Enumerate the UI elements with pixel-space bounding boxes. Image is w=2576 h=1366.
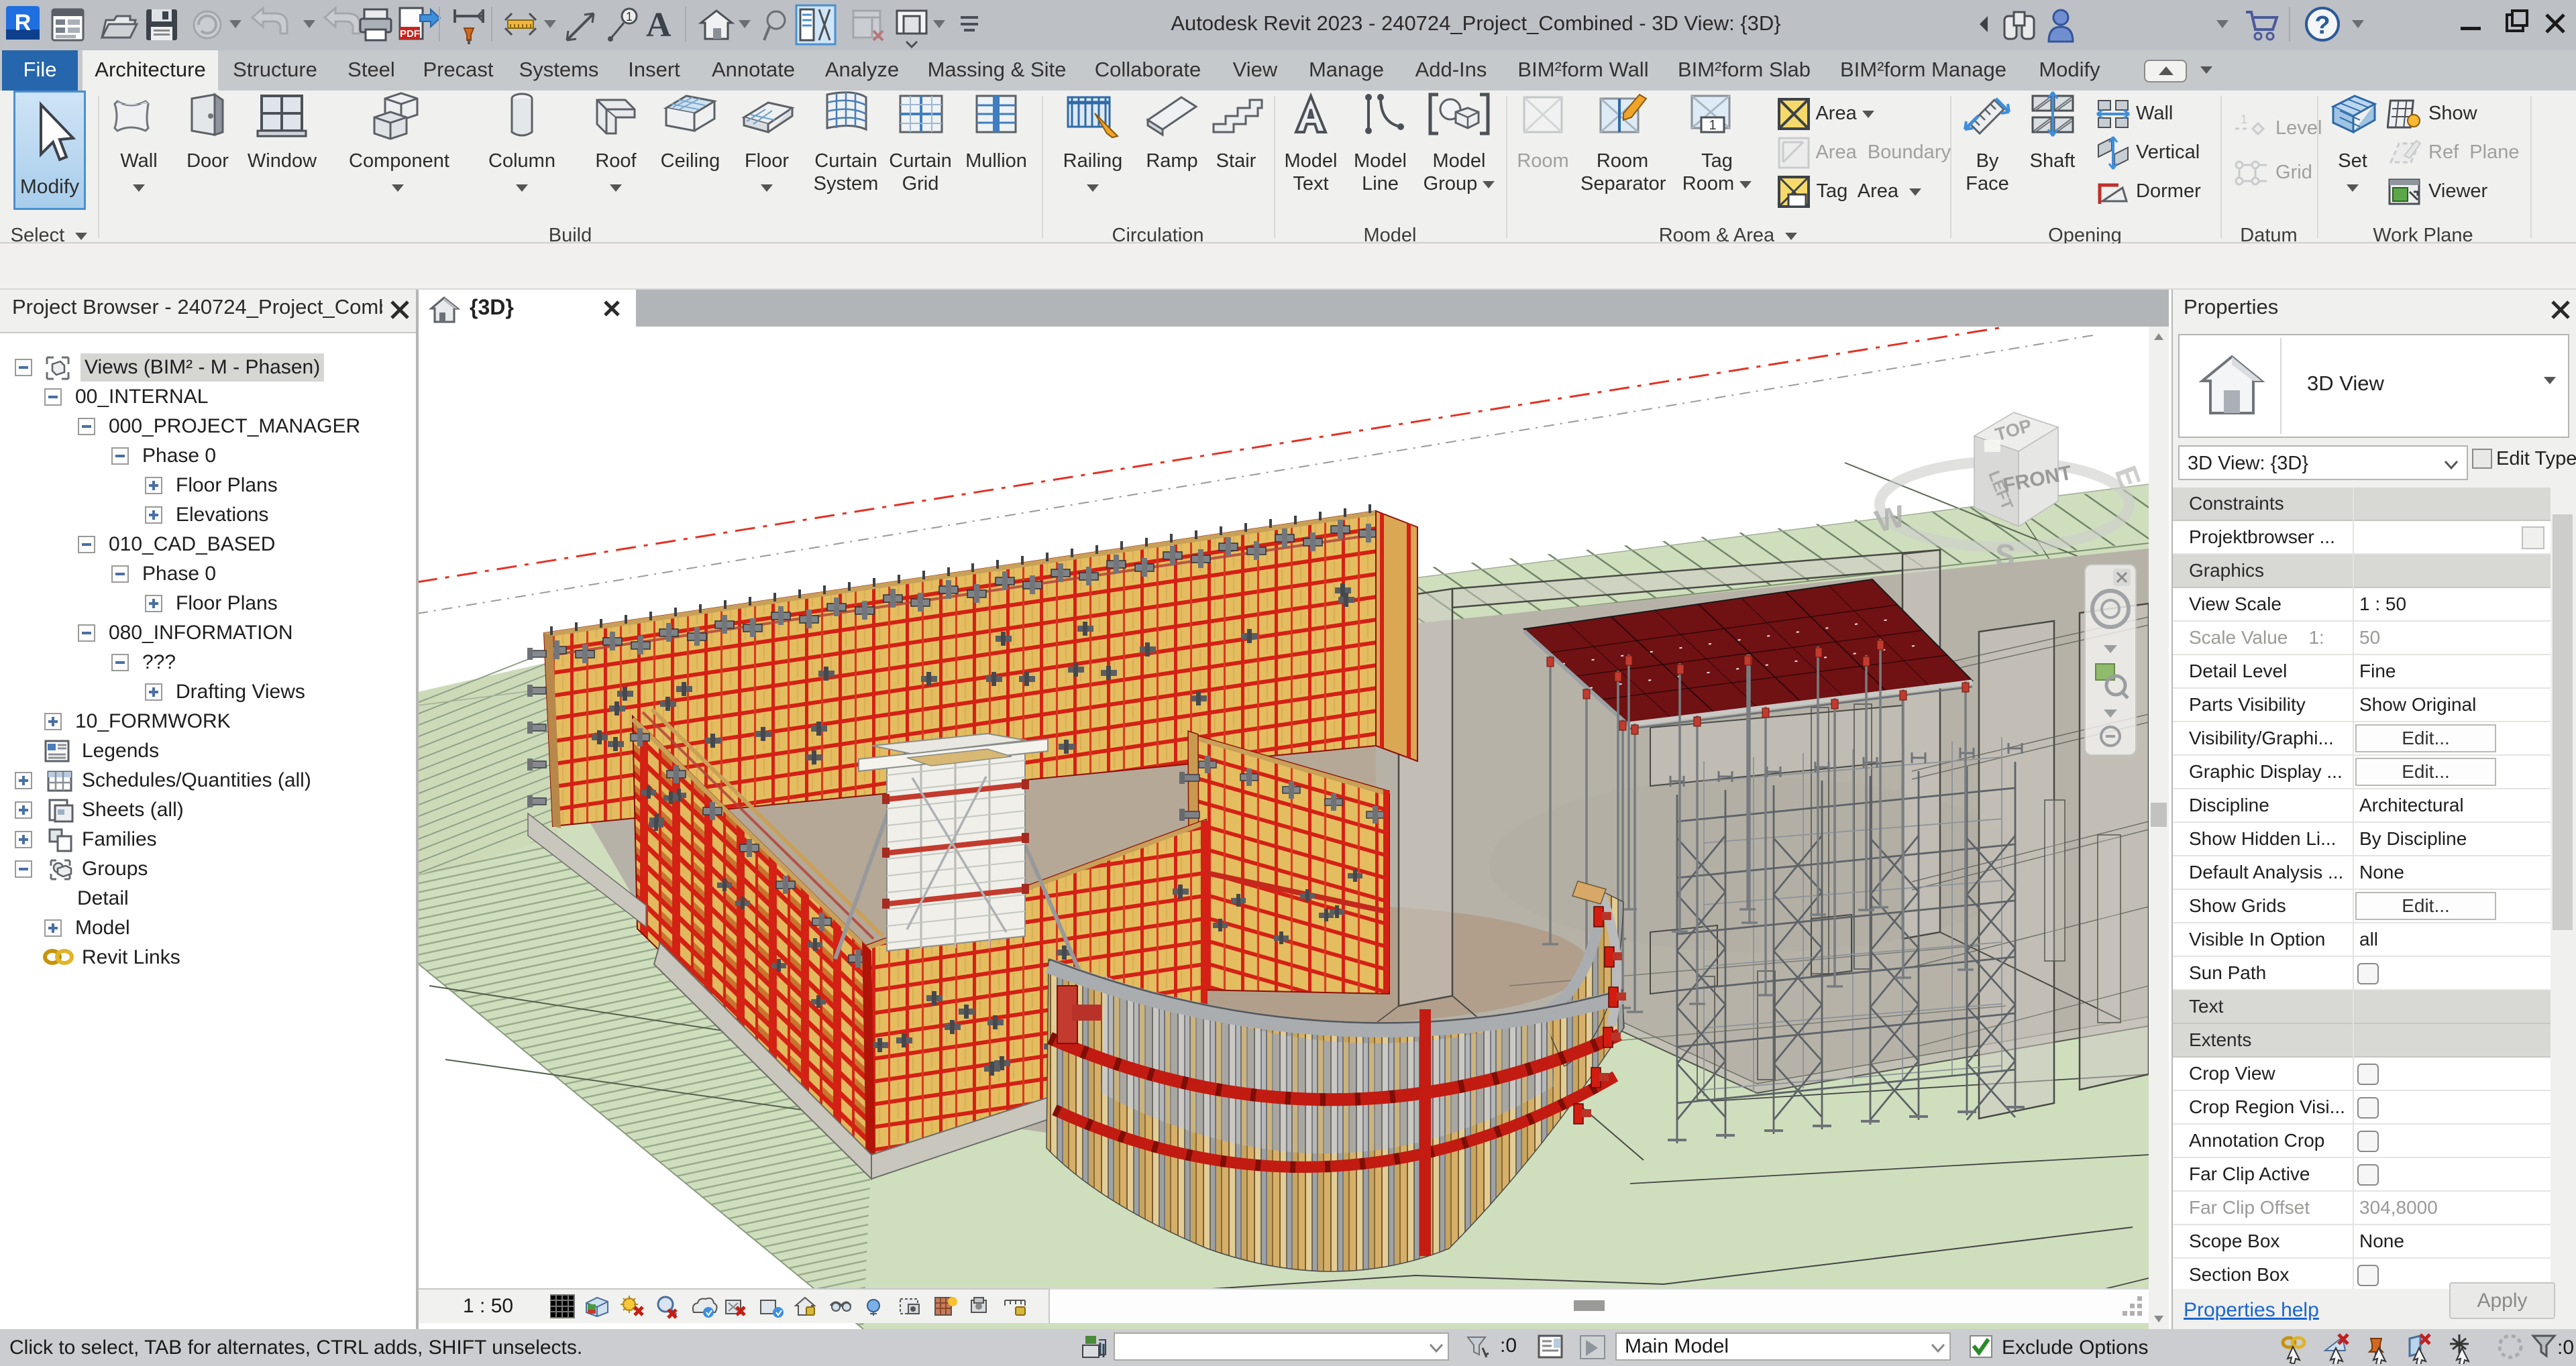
svg-text:1: 1 [1709,118,1716,133]
svg-text:1: 1 [2241,113,2247,126]
svg-text:S: S [1993,536,2017,573]
